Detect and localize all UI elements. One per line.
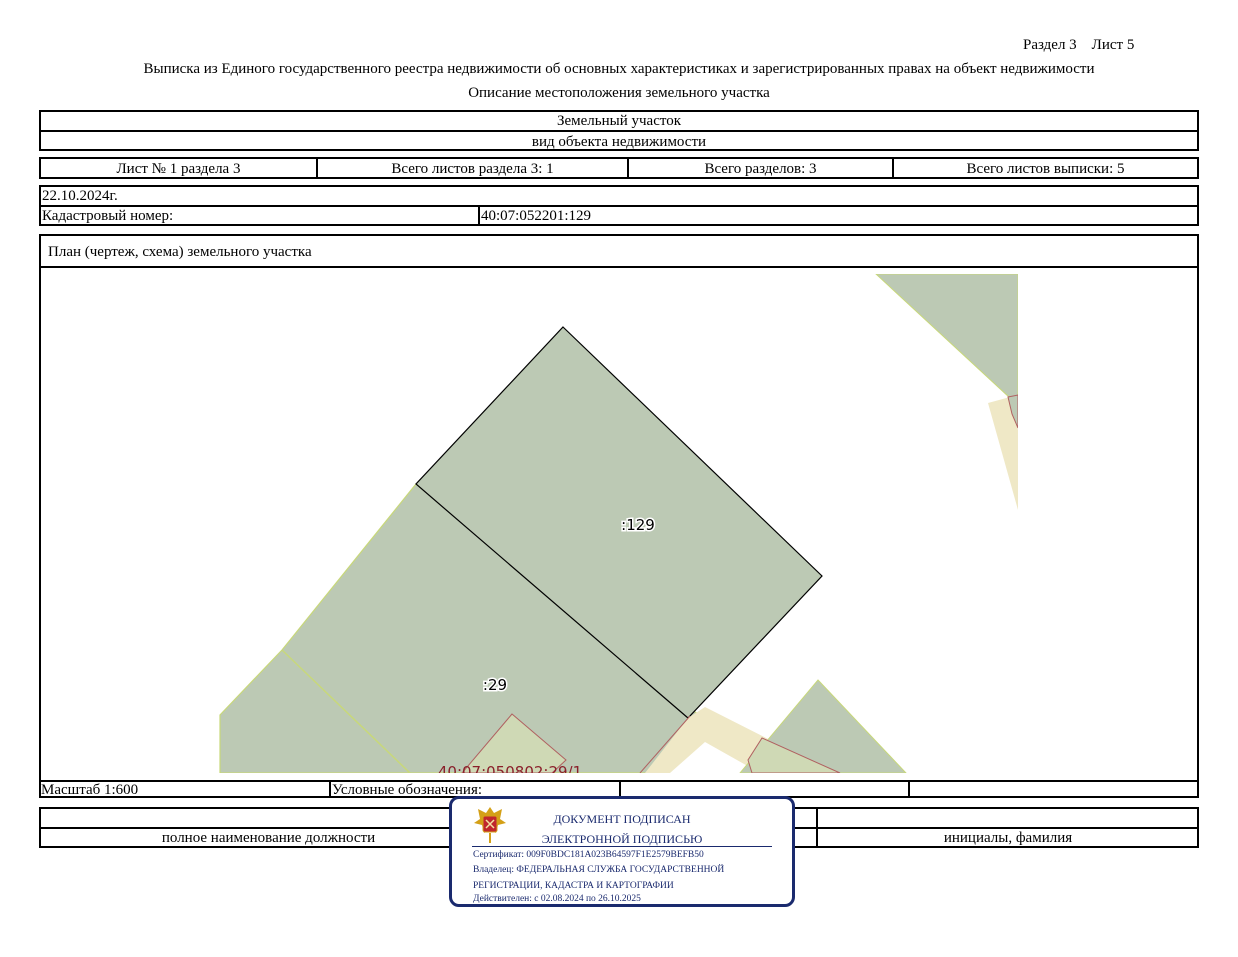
- stamp-title-line2: ЭЛЕКТРОННОЙ ПОДПИСЬЮ: [541, 832, 703, 846]
- position-caption: полное наименование должности: [161, 830, 376, 846]
- stamp-certificate: Сертификат: 009F0BDC181A023B64597F1E2579…: [473, 850, 704, 860]
- stamp-title-line1: ДОКУМЕНТ ПОДПИСАН: [553, 812, 691, 826]
- stamp-valid: Действителен: с 02.08.2024 по 26.10.2025: [473, 894, 641, 904]
- scale-label: Масштаб 1:600: [41, 782, 139, 798]
- parcel-top-right: [875, 274, 1018, 399]
- cut-parcel-label: 40:07:050802:29/1: [438, 763, 582, 781]
- electronic-signature-stamp: ДОКУМЕНТ ПОДПИСАН ЭЛЕКТРОННОЙ ПОДПИСЬЮ С…: [449, 796, 795, 907]
- name-caption: инициалы, фамилия: [943, 830, 1073, 846]
- parcel-29-label: :29: [483, 676, 507, 694]
- stamp-owner-line2: РЕГИСТРАЦИИ, КАДАСТРА И КАРТОГРАФИИ: [473, 881, 674, 891]
- stamp-owner-line1: Владелец: ФЕДЕРАЛЬНАЯ СЛУЖБА ГОСУДАРСТВЕ…: [473, 865, 725, 875]
- parcel-129-label: :129: [621, 516, 655, 534]
